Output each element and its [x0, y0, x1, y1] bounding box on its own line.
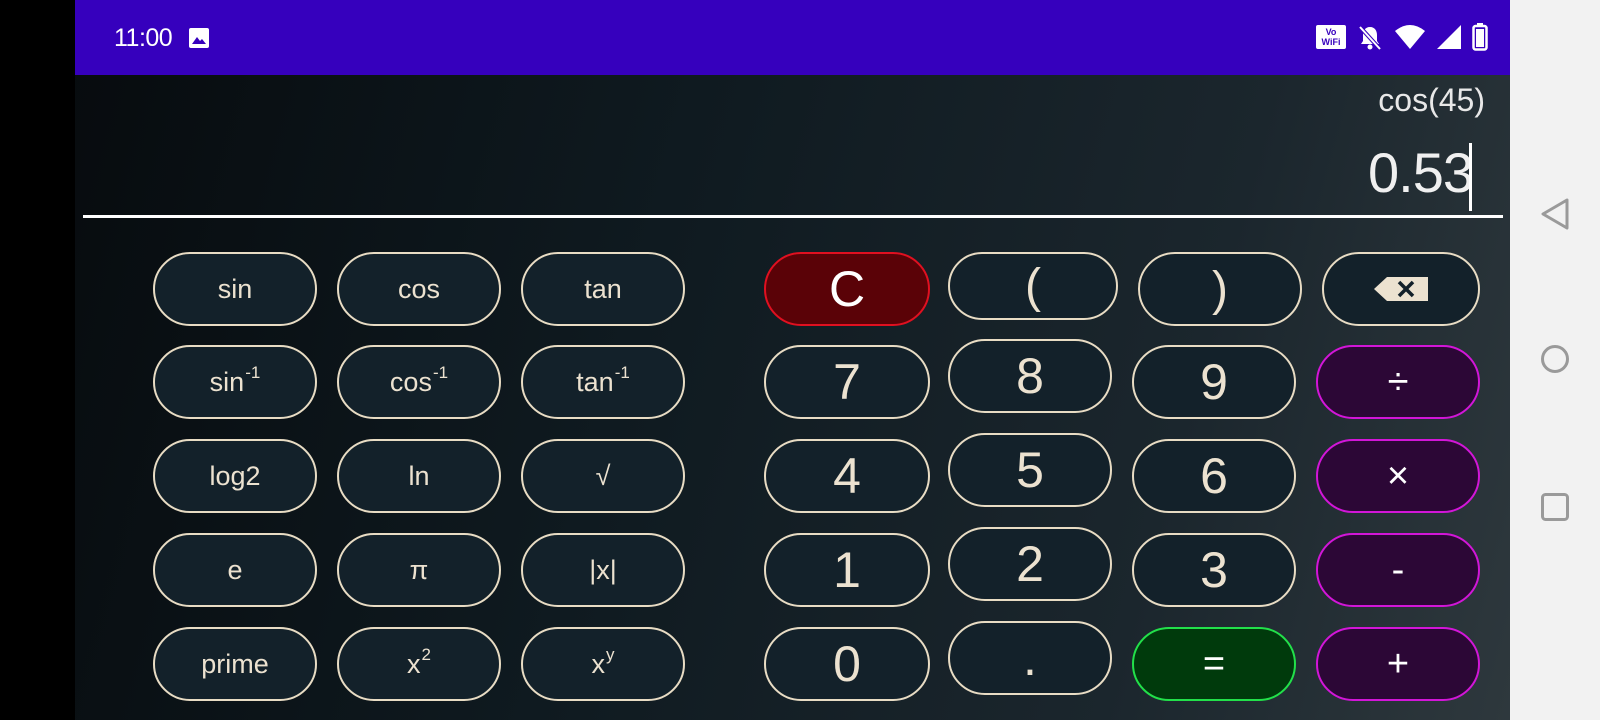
tan-label: tan: [584, 273, 622, 304]
digit-0-button[interactable]: 0: [764, 627, 930, 701]
e-label: e: [227, 554, 243, 585]
acos-button[interactable]: cos -1: [337, 345, 501, 419]
digit-1-button[interactable]: 1: [764, 533, 930, 607]
log2-button[interactable]: log2: [153, 439, 317, 513]
sqrt-button[interactable]: √: [521, 439, 685, 513]
asin-superscript: -1: [245, 363, 261, 382]
equals-label: =: [1202, 642, 1226, 685]
digit-6-button[interactable]: 6: [1132, 439, 1296, 513]
expression-display: cos(45): [1378, 82, 1485, 118]
open-paren-label: (: [1025, 259, 1041, 313]
signal-icon: [1437, 25, 1461, 49]
square-label: x: [407, 648, 421, 679]
clear-label: C: [828, 261, 866, 317]
ln-button[interactable]: ln: [337, 439, 501, 513]
digit-2-label: 2: [1016, 536, 1044, 592]
digit-3-label: 3: [1200, 542, 1228, 598]
vowifi-label-bottom: WiFi: [1321, 37, 1341, 47]
status-icons: Vo WiFi: [1316, 22, 1488, 52]
digit-4-button[interactable]: 4: [764, 439, 930, 513]
add-button[interactable]: +: [1316, 627, 1480, 701]
wifi-icon: [1395, 25, 1425, 49]
clear-button[interactable]: C: [764, 252, 930, 326]
backspace-icon: [1374, 277, 1428, 301]
prime-button[interactable]: prime: [153, 627, 317, 701]
equals-button[interactable]: =: [1132, 627, 1296, 701]
square-button[interactable]: x2: [337, 627, 501, 701]
bell-off-icon: [1358, 25, 1382, 51]
pi-label: π: [409, 554, 429, 585]
digit-1-label: 1: [833, 542, 861, 598]
cos-label: cos: [397, 273, 441, 304]
ln-label: ln: [408, 460, 430, 491]
power-superscript: y: [606, 645, 615, 664]
acos-label: cos: [389, 366, 432, 397]
close-paren-button[interactable]: ): [1138, 252, 1302, 326]
text-cursor: [1469, 143, 1472, 211]
abs-label: |x|: [589, 554, 617, 585]
sin-button[interactable]: sin: [153, 252, 317, 326]
multiply-label: ×: [1386, 454, 1410, 497]
vowifi-label-top: Vo: [1325, 27, 1337, 37]
divide-button[interactable]: ÷: [1316, 345, 1480, 419]
sin-label: sin: [217, 273, 253, 304]
close-paren-label: ): [1212, 262, 1228, 316]
square-superscript: 2: [421, 645, 431, 664]
prime-label: prime: [201, 648, 269, 679]
e-button[interactable]: e: [153, 533, 317, 607]
home-icon[interactable]: [1540, 344, 1570, 374]
add-label: +: [1386, 642, 1410, 685]
asin-label: sin: [209, 366, 245, 397]
multiply-button[interactable]: ×: [1316, 439, 1480, 513]
cos-button[interactable]: cos: [337, 252, 501, 326]
subtract-label: -: [1391, 548, 1405, 591]
power-button[interactable]: xy: [521, 627, 685, 701]
image-icon: [189, 28, 209, 48]
digit-5-button[interactable]: 5: [948, 433, 1112, 507]
asin-button[interactable]: sin -1: [153, 345, 317, 419]
pi-button[interactable]: π: [337, 533, 501, 607]
divide-label: ÷: [1387, 360, 1409, 403]
digit-2-button[interactable]: 2: [948, 527, 1112, 601]
recents-icon[interactable]: [1540, 492, 1570, 522]
digit-7-button[interactable]: 7: [764, 345, 930, 419]
digit-0-label: 0: [833, 636, 861, 692]
digit-9-label: 9: [1200, 354, 1228, 410]
tan-button[interactable]: tan: [521, 252, 685, 326]
decimal-button[interactable]: .: [948, 621, 1112, 695]
sqrt-label: √: [595, 460, 611, 491]
navigation-bar: [1510, 0, 1600, 720]
atan-label: tan: [576, 366, 614, 397]
status-bar: 11:00 Vo WiFi: [75, 0, 1510, 75]
calculator-app: 11:00 Vo WiFi cos(45) 0.53 sin cos tan s…: [75, 0, 1510, 720]
display-divider: [83, 215, 1503, 218]
back-icon[interactable]: [1540, 197, 1570, 231]
abs-button[interactable]: |x|: [521, 533, 685, 607]
atan-superscript: -1: [614, 363, 630, 382]
subtract-button[interactable]: -: [1316, 533, 1480, 607]
digit-7-label: 7: [833, 354, 861, 410]
digit-6-label: 6: [1200, 448, 1228, 504]
backspace-button[interactable]: [1322, 252, 1480, 326]
digit-8-button[interactable]: 8: [948, 339, 1112, 413]
digit-5-label: 5: [1016, 442, 1044, 498]
acos-superscript: -1: [432, 363, 449, 382]
decimal-label: .: [1023, 630, 1037, 686]
digit-9-button[interactable]: 9: [1132, 345, 1296, 419]
battery-icon: [1472, 23, 1488, 51]
atan-button[interactable]: tan -1: [521, 345, 685, 419]
vowifi-icon: Vo WiFi: [1316, 25, 1346, 49]
power-label: x: [591, 648, 606, 679]
result-display[interactable]: 0.53: [1368, 140, 1474, 205]
digit-8-label: 8: [1016, 348, 1044, 404]
open-paren-button[interactable]: (: [948, 252, 1118, 320]
digit-4-label: 4: [833, 448, 861, 504]
status-time: 11:00: [114, 24, 173, 52]
log2-label: log2: [209, 460, 261, 491]
digit-3-button[interactable]: 3: [1132, 533, 1296, 607]
left-black-bar: [0, 0, 75, 720]
